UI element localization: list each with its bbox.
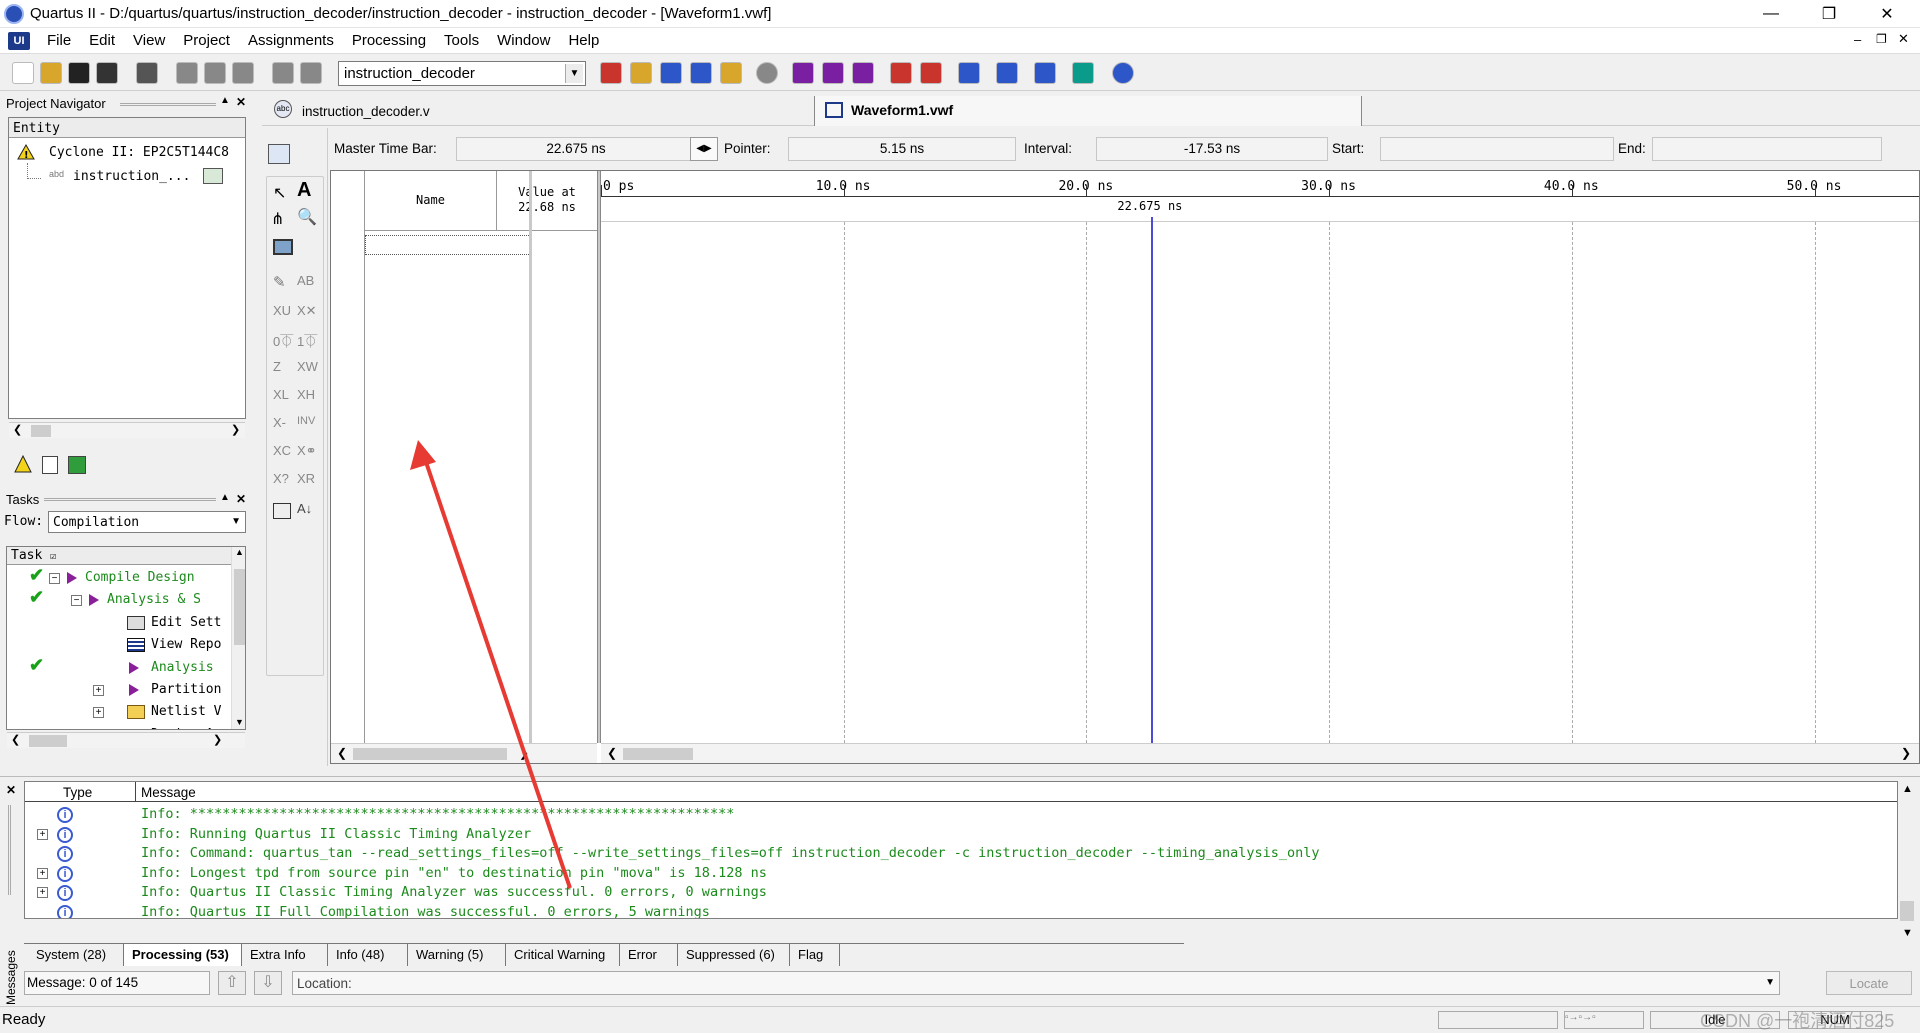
annotation-arrow: [0, 0, 1920, 1030]
